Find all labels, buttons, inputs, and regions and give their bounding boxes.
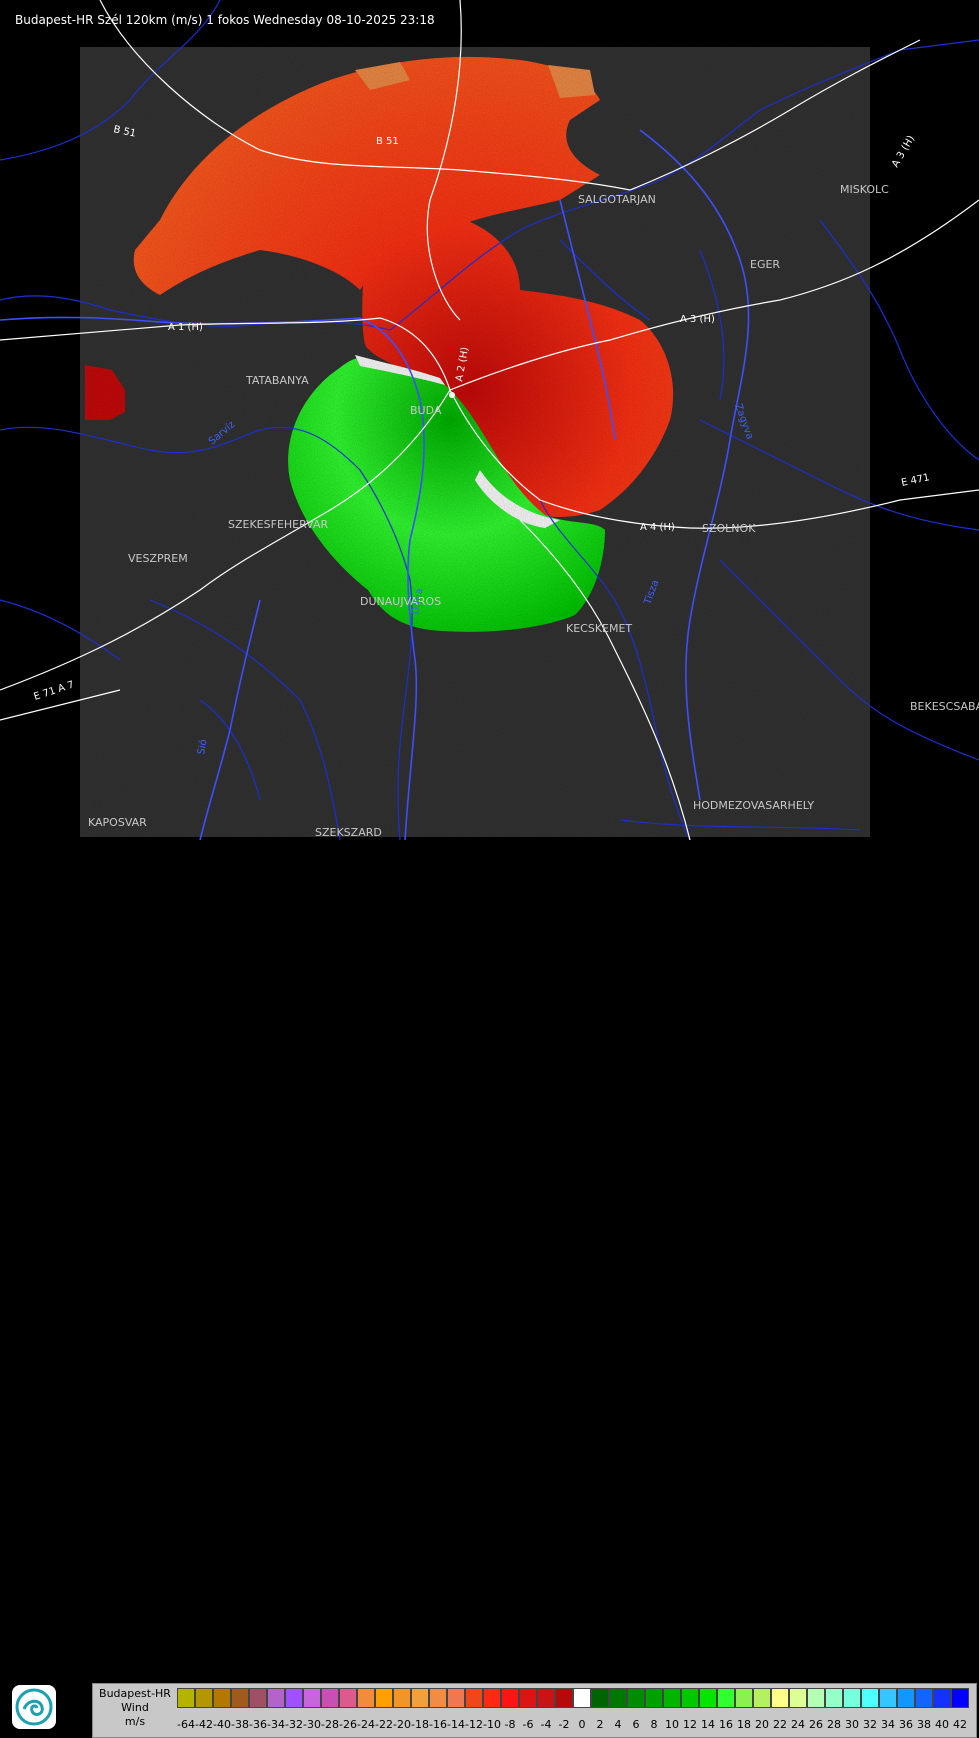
city-label: SZEKSZARD [315,826,382,839]
legend-swatch [699,1688,717,1708]
city-label: SALGOTARJAN [578,193,656,206]
city-label: HODMEZOVASARHELY [693,799,814,812]
legend-swatch [753,1688,771,1708]
city-label: KAPOSVAR [88,816,147,829]
city-label: KECSKEMET [566,622,632,635]
road-label: E 471 [900,472,930,489]
legend-swatch [429,1688,447,1708]
road-label: A 1 (H) [168,322,203,333]
city-label: DUNAUJVAROS [360,595,441,608]
legend-swatch [573,1688,591,1708]
legend-swatch [483,1688,501,1708]
legend-swatch [555,1688,573,1708]
radar-map: SALGOTARJAN MISKOLC EGER TATABANYA BUDA … [0,0,979,840]
radar-site-marker [449,392,455,398]
legend-swatch [897,1688,915,1708]
legend-swatch [771,1688,789,1708]
legend: Budapest-HR Wind m/s -64 -42 -40 -38 -36 -34-… [0,840,979,1738]
legend-swatch [537,1688,555,1708]
legend-swatch [591,1688,609,1708]
legend-swatch [285,1688,303,1708]
road-label: E 71 A 7 [33,679,76,702]
legend-swatch [213,1688,231,1708]
legend-title-line: Budapest-HR [99,1687,171,1700]
legend-title: Budapest-HR Wind m/s [93,1687,177,1729]
legend-swatch [681,1688,699,1708]
legend-swatch [843,1688,861,1708]
legend-swatch [735,1688,753,1708]
road-label: A 4 (H) [640,522,675,533]
legend-swatch [177,1688,195,1708]
legend-swatch [411,1688,429,1708]
city-label: SZEKESFEHERVAR [228,518,329,531]
legend-swatch [303,1688,321,1708]
legend-swatch [645,1688,663,1708]
legend-swatch [231,1688,249,1708]
city-label: VESZPREM [128,552,188,565]
legend-swatch [825,1688,843,1708]
legend-swatch [861,1688,879,1708]
legend-swatch [267,1688,285,1708]
legend-swatch [321,1688,339,1708]
legend-swatch [447,1688,465,1708]
echo-texture [80,47,870,837]
legend-swatch [375,1688,393,1708]
weather-service-logo-icon [12,1685,56,1729]
legend-swatch [609,1688,627,1708]
city-label: EGER [750,258,780,271]
legend-swatch [393,1688,411,1708]
legend-swatch [357,1688,375,1708]
city-label: SZOLNOK [702,522,756,535]
legend-swatch [465,1688,483,1708]
legend-swatch [879,1688,897,1708]
city-label: BUDA [410,404,442,417]
legend-swatch [717,1688,735,1708]
legend-title-line: Wind [121,1701,149,1714]
radar-map-svg: SALGOTARJAN MISKOLC EGER TATABANYA BUDA … [0,0,979,840]
legend-swatch [501,1688,519,1708]
city-label: TATABANYA [245,374,309,387]
legend-swatch [789,1688,807,1708]
legend-colorbar: Budapest-HR Wind m/s -64 -42 -40 -38 -36 -34-… [92,1683,977,1738]
road-label: B 51 [376,136,399,147]
legend-swatch [195,1688,213,1708]
legend-swatch [807,1688,825,1708]
road-label: A 3 (H) [680,314,715,325]
legend-swatch [663,1688,681,1708]
legend-swatch [951,1688,969,1708]
legend-swatch [627,1688,645,1708]
legend-swatch [519,1688,537,1708]
road-label: A 3 (H) [890,134,917,170]
legend-swatch [933,1688,951,1708]
legend-tick-label: 42 [953,1718,967,1731]
legend-title-line: m/s [124,1715,146,1728]
city-label: MISKOLC [840,183,889,196]
city-label: BEKESCSABA [910,700,979,713]
page-title: Budapest-HR Szél 120km (m/s) 1 fokos Wed… [15,13,435,27]
legend-swatch [339,1688,357,1708]
legend-swatch [915,1688,933,1708]
legend-swatch [249,1688,267,1708]
